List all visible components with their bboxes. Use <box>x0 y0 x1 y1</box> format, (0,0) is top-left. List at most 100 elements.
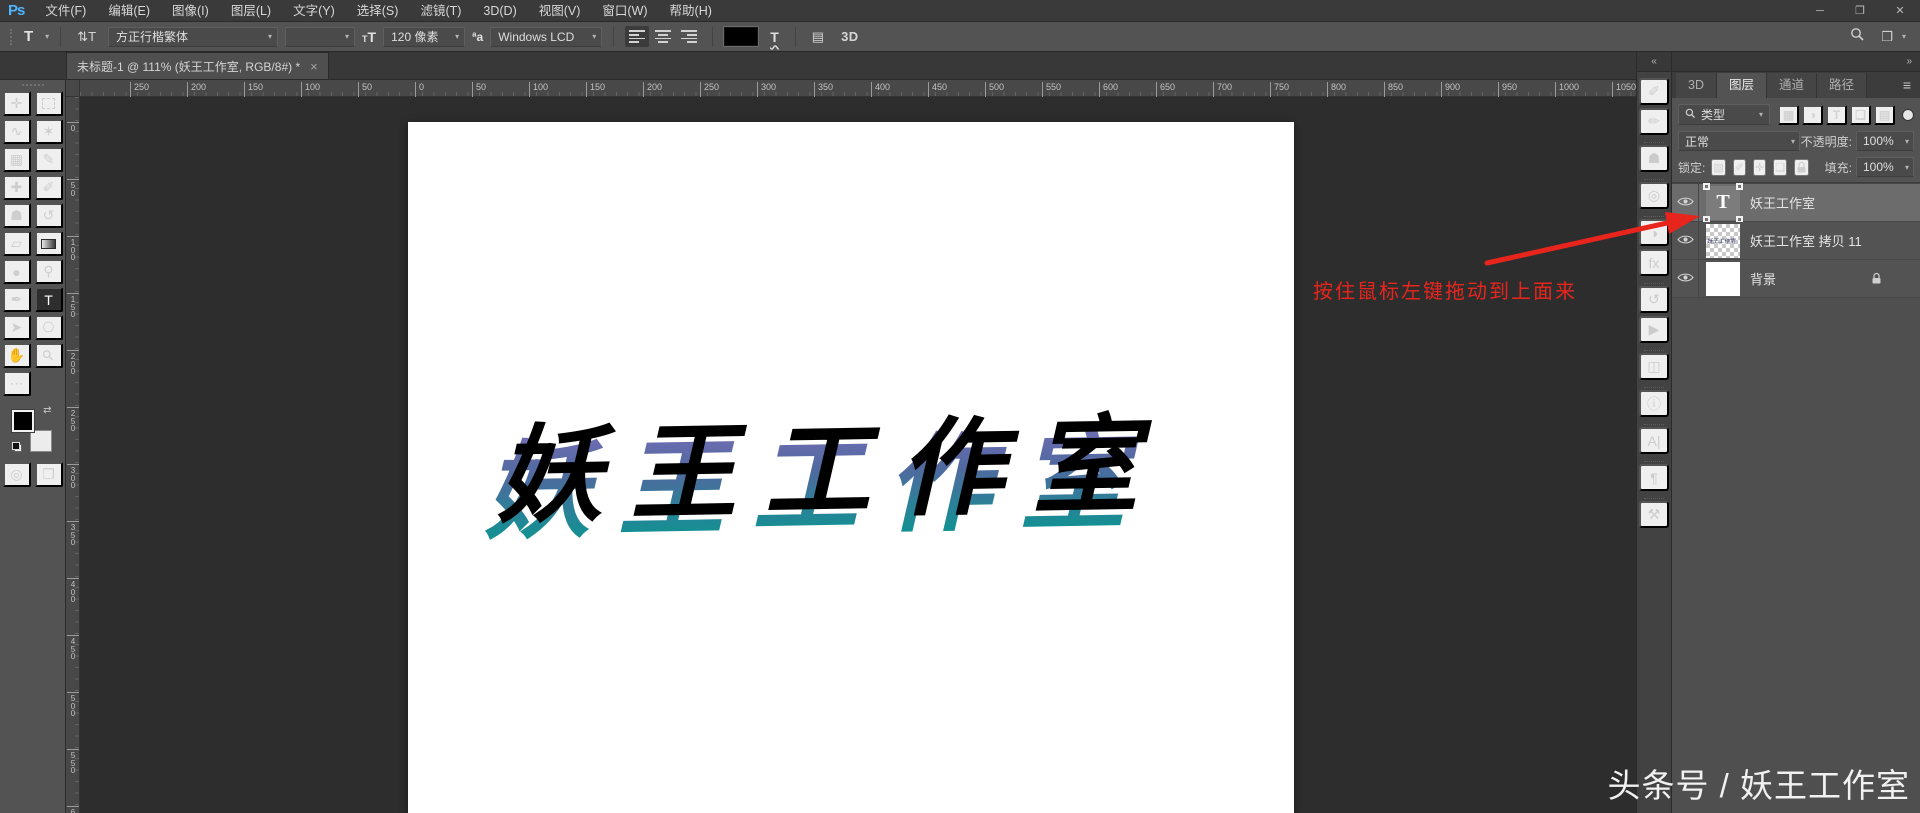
menu-file[interactable]: 文件(F) <box>34 0 97 22</box>
ruler-origin-corner[interactable] <box>66 80 80 97</box>
menu-threed[interactable]: 3D(D) <box>472 0 527 22</box>
adjustments-panel-icon[interactable]: ◑ <box>1639 216 1669 246</box>
clone-stamp-tool[interactable]: ☗ <box>2 203 31 228</box>
move-tool[interactable]: ✛ <box>2 91 31 116</box>
gradient-tool[interactable] <box>34 231 63 256</box>
menu-window[interactable]: 窗口(W) <box>591 0 658 22</box>
lock-artboard-icon[interactable]: ❏ <box>1773 158 1788 176</box>
eyedropper-tool[interactable]: ✎ <box>34 147 63 172</box>
layer-visibility-toggle[interactable] <box>1672 260 1699 297</box>
libraries-panel-icon[interactable]: ◎ <box>1639 179 1669 209</box>
filter-adjustment-layers-icon[interactable]: ◑ <box>1802 104 1823 125</box>
menu-type[interactable]: 文字(Y) <box>282 0 346 22</box>
pasteboard[interactable]: 妖王工作室 妖王工作室 按住鼠标左键拖动到上面来 <box>80 97 1636 813</box>
character-panel-icon[interactable]: A| <box>1639 424 1669 454</box>
window-close-button[interactable]: ✕ <box>1880 0 1920 22</box>
dodge-tool[interactable]: ⚲ <box>34 259 63 284</box>
brush-tool[interactable]: ✐ <box>34 175 63 200</box>
layer-row[interactable]: 背景 <box>1672 260 1920 298</box>
edit-toolbar-button[interactable]: ⋯ <box>2 371 31 396</box>
font-style-select[interactable]: ▾ <box>285 26 356 47</box>
tab-paths[interactable]: 路径 <box>1817 73 1868 98</box>
toggle-panels-button[interactable]: ▤ <box>807 27 829 47</box>
tab-channels[interactable]: 通道 <box>1767 73 1818 98</box>
opacity-select[interactable]: 100% ▾ <box>1856 131 1914 151</box>
text-color-swatch[interactable] <box>724 27 759 46</box>
path-selection-tool[interactable]: ➤ <box>2 315 31 340</box>
vertical-ruler[interactable]: 0 5 0 1 0 0 1 5 0 2 0 0 2 5 0 3 0 0 3 5 0 4 0 0 4… <box>66 97 80 813</box>
lock-position-icon[interactable]: ✛ <box>1752 158 1767 176</box>
menu-edit[interactable]: 编辑(E) <box>97 0 161 22</box>
actions-panel-icon[interactable]: ▶ <box>1639 316 1669 343</box>
search-icon[interactable] <box>1850 27 1865 47</box>
brushes-panel-icon[interactable]: ✐ <box>1639 78 1669 105</box>
layer-filter-select[interactable]: 类型 ▾ <box>1678 104 1770 125</box>
layer-visibility-toggle[interactable] <box>1672 184 1699 221</box>
workspace-switcher-button[interactable]: ❒ ▾ <box>1881 29 1906 45</box>
blur-tool[interactable]: ● <box>2 259 31 284</box>
dock-collapse-button[interactable]: « <box>1637 52 1671 72</box>
history-brush-tool[interactable]: ↺ <box>34 203 63 228</box>
3d-mode-button[interactable]: 3D <box>836 27 864 46</box>
paragraph-panel-icon[interactable]: ¶ <box>1639 461 1669 491</box>
timeline-panel-icon[interactable]: ◫ <box>1639 350 1669 380</box>
filter-type-layers-icon[interactable]: T <box>1826 104 1847 125</box>
layer-row[interactable]: T 妖王工作室 <box>1672 182 1920 223</box>
crop-tool[interactable]: ▦ <box>2 147 31 172</box>
quick-mask-button[interactable]: ◎ <box>2 462 31 487</box>
menu-view[interactable]: 视图(V) <box>528 0 592 22</box>
filter-smart-objects-icon[interactable]: ▤ <box>1874 104 1895 125</box>
lock-pixels-icon[interactable]: ✐ <box>1732 158 1746 176</box>
font-family-select[interactable]: 方正行楷繁体 ▾ <box>108 26 279 47</box>
warp-text-button[interactable]: T <box>765 27 784 47</box>
healing-brush-tool[interactable]: ✚ <box>2 175 31 200</box>
brush-settings-panel-icon[interactable]: ✏ <box>1639 108 1669 135</box>
blend-mode-select[interactable]: 正常 ▾ <box>1678 131 1800 151</box>
layer-visibility-toggle[interactable] <box>1672 222 1699 259</box>
menu-filter[interactable]: 滤镜(T) <box>409 0 472 22</box>
window-minimize-button[interactable]: ─ <box>1800 0 1840 22</box>
eraser-tool[interactable]: ▱ <box>2 231 31 256</box>
tool-presets-panel-icon[interactable]: ⚒ <box>1639 498 1669 528</box>
filter-pixel-layers-icon[interactable]: ▦ <box>1778 104 1799 125</box>
text-orientation-button[interactable]: ⇅T <box>72 27 101 47</box>
menu-help[interactable]: 帮助(H) <box>659 0 723 22</box>
background-color-swatch[interactable] <box>29 430 52 452</box>
pen-tool[interactable]: ✒ <box>2 287 31 312</box>
lasso-tool[interactable]: ∿ <box>2 119 31 144</box>
screen-mode-button[interactable]: ❐ <box>34 462 63 487</box>
menu-select[interactable]: 选择(S) <box>346 0 410 22</box>
font-size-select[interactable]: 120 像素 ▾ <box>383 26 466 47</box>
hand-tool[interactable]: ✋ <box>2 343 31 368</box>
layer-filter-toggle[interactable] <box>1902 108 1914 121</box>
horizontal-ruler[interactable]: 250 200 150 100 50 0 50 100 150 200 250 300 350 400 45… <box>80 80 1636 97</box>
history-panel-icon[interactable]: ↺ <box>1639 283 1669 313</box>
foreground-color-swatch[interactable] <box>11 410 34 432</box>
align-center-button[interactable] <box>651 26 675 47</box>
menu-image[interactable]: 图像(I) <box>161 0 220 22</box>
filter-shape-layers-icon[interactable]: ❏ <box>1850 104 1871 125</box>
panel-collapse-icon[interactable]: » <box>1906 56 1912 67</box>
info-panel-icon[interactable]: ⓘ <box>1639 387 1669 417</box>
tab-layers[interactable]: 图层 <box>1716 73 1767 98</box>
swap-colors-icon[interactable]: ⇄ <box>43 405 51 416</box>
close-tab-icon[interactable]: × <box>310 60 318 73</box>
align-right-button[interactable] <box>677 26 701 47</box>
document-canvas[interactable]: 妖王工作室 妖王工作室 <box>408 122 1294 813</box>
align-left-button[interactable] <box>625 26 650 47</box>
lock-transparency-icon[interactable]: ▨ <box>1711 158 1726 176</box>
tab-3d[interactable]: 3D <box>1676 73 1717 98</box>
default-colors-icon[interactable] <box>11 442 22 452</box>
clone-source-panel-icon[interactable]: ☗ <box>1639 142 1669 172</box>
rectangular-marquee-tool[interactable] <box>34 91 63 116</box>
anti-alias-select[interactable]: Windows LCD ▾ <box>490 26 603 47</box>
magic-wand-tool[interactable]: ✶ <box>34 119 63 144</box>
menu-layer[interactable]: 图层(L) <box>220 0 282 22</box>
styles-panel-icon[interactable]: fx <box>1639 249 1669 276</box>
layer-row[interactable]: 妖王工作室 妖王工作室 拷贝 11 <box>1672 222 1920 260</box>
shape-tool[interactable]: ⎔ <box>34 315 63 340</box>
window-restore-button[interactable]: ❐ <box>1840 0 1880 22</box>
lock-all-icon[interactable] <box>1794 158 1810 176</box>
zoom-tool[interactable]: ⚲ <box>34 343 63 368</box>
type-tool[interactable]: T <box>34 287 63 312</box>
